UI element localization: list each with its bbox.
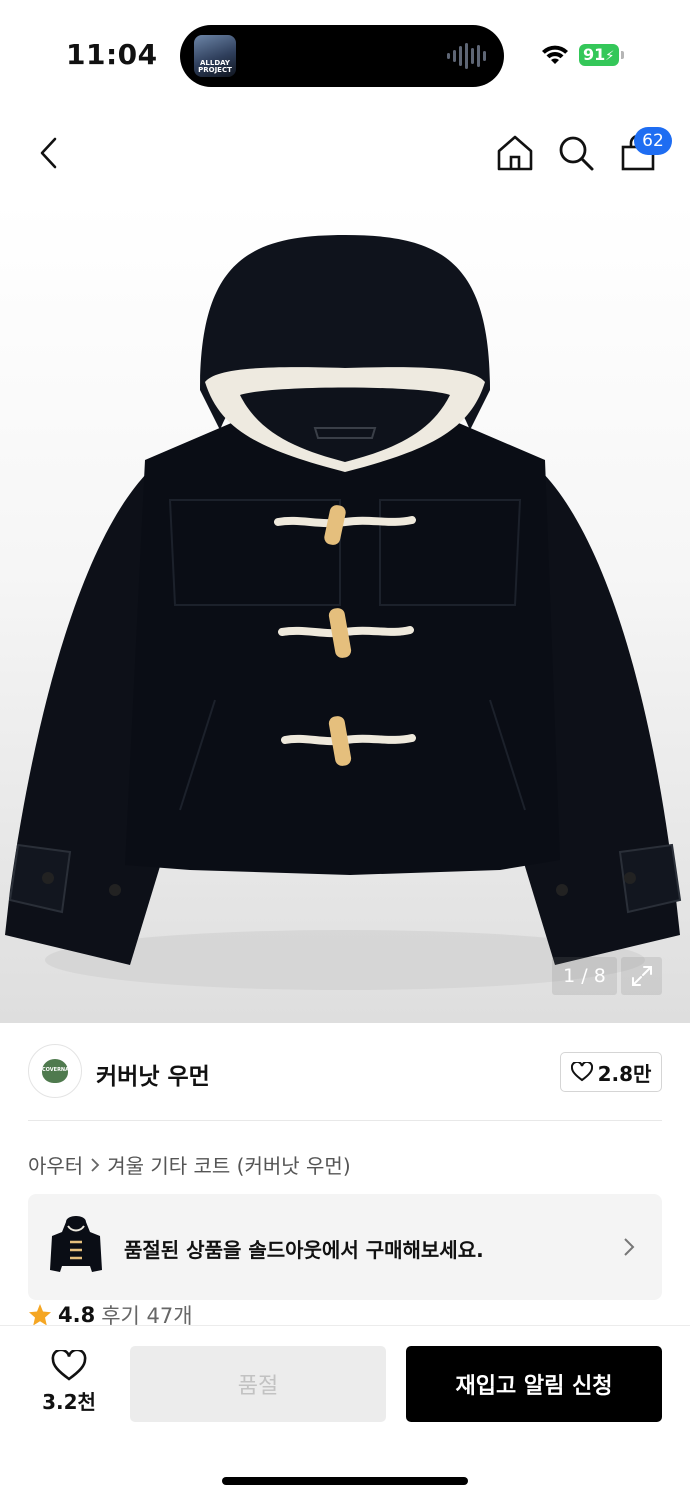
- wishlist-button[interactable]: 3.2천: [30, 1350, 108, 1420]
- review-count: 후기 47개: [101, 1304, 193, 1327]
- duffle-coat-image: [5, 235, 682, 990]
- heart-icon: [51, 1350, 87, 1381]
- status-time: 11:04: [66, 38, 158, 71]
- soldout-button[interactable]: 품절: [130, 1346, 386, 1422]
- dynamic-island[interactable]: ALLDAY PROJECT: [180, 25, 504, 87]
- divider: [28, 1120, 662, 1121]
- home-button[interactable]: [490, 128, 540, 178]
- wishlist-count: 3.2천: [42, 1390, 96, 1414]
- chevron-right-icon: [624, 1238, 635, 1256]
- brand-row[interactable]: COVERNAT 커버낫 우먼 2.8만: [0, 1023, 690, 1121]
- product-thumbnail: [48, 1212, 104, 1280]
- wifi-icon: [542, 45, 568, 64]
- brand-logo[interactable]: COVERNAT: [28, 1044, 82, 1098]
- battery-indicator: 91⚡: [579, 44, 619, 66]
- artwork-text: ALLDAY PROJECT: [198, 59, 232, 74]
- battery-level: 91: [583, 45, 606, 64]
- brand-logo-mark: COVERNAT: [42, 1059, 72, 1083]
- breadcrumb: 아우터 겨울 기타 코트 (커버낫 우먼): [28, 1150, 351, 1179]
- image-pager: 1 / 8: [552, 957, 617, 995]
- heart-icon: [570, 1062, 593, 1082]
- rating-row[interactable]: 4.8 후기 47개: [28, 1303, 193, 1327]
- top-navigation: [0, 110, 690, 200]
- audio-waveform-icon: [447, 43, 486, 69]
- chevron-right-icon: [91, 1157, 100, 1172]
- brand-name[interactable]: 커버낫 우먼: [96, 1057, 210, 1091]
- home-icon: [497, 135, 533, 171]
- expand-image-button[interactable]: [621, 957, 662, 995]
- back-button[interactable]: [24, 128, 74, 178]
- search-button[interactable]: [551, 128, 601, 178]
- breadcrumb-subcategory[interactable]: 겨울 기타 코트 (커버낫 우먼): [107, 1150, 350, 1179]
- expand-icon: [631, 966, 652, 986]
- product-image-carousel[interactable]: 1 / 8: [0, 200, 690, 1023]
- restock-alert-button[interactable]: 재입고 알림 신청: [406, 1346, 662, 1422]
- status-bar: 11:04 ALLDAY PROJECT 91⚡: [0, 0, 690, 110]
- cart-count-badge: 62: [634, 127, 672, 155]
- battery-cap: [621, 51, 624, 59]
- banner-text: 품절된 상품을 솔드아웃에서 구매해보세요.: [124, 1238, 484, 1262]
- star-icon: [29, 1304, 51, 1326]
- brand-like-count: 2.8만: [597, 1061, 652, 1086]
- chevron-left-icon: [40, 137, 57, 169]
- home-indicator[interactable]: [222, 1477, 468, 1485]
- breadcrumb-category[interactable]: 아우터: [28, 1150, 83, 1179]
- now-playing-artwork: ALLDAY PROJECT: [194, 35, 236, 77]
- soldout-promo-banner[interactable]: 품절된 상품을 솔드아웃에서 구매해보세요.: [28, 1194, 662, 1300]
- search-icon: [559, 136, 594, 171]
- rating-score: 4.8: [58, 1303, 96, 1327]
- brand-like-button[interactable]: 2.8만: [560, 1052, 662, 1092]
- bottom-action-bar: 3.2천 품절 재입고 알림 신청: [0, 1325, 690, 1500]
